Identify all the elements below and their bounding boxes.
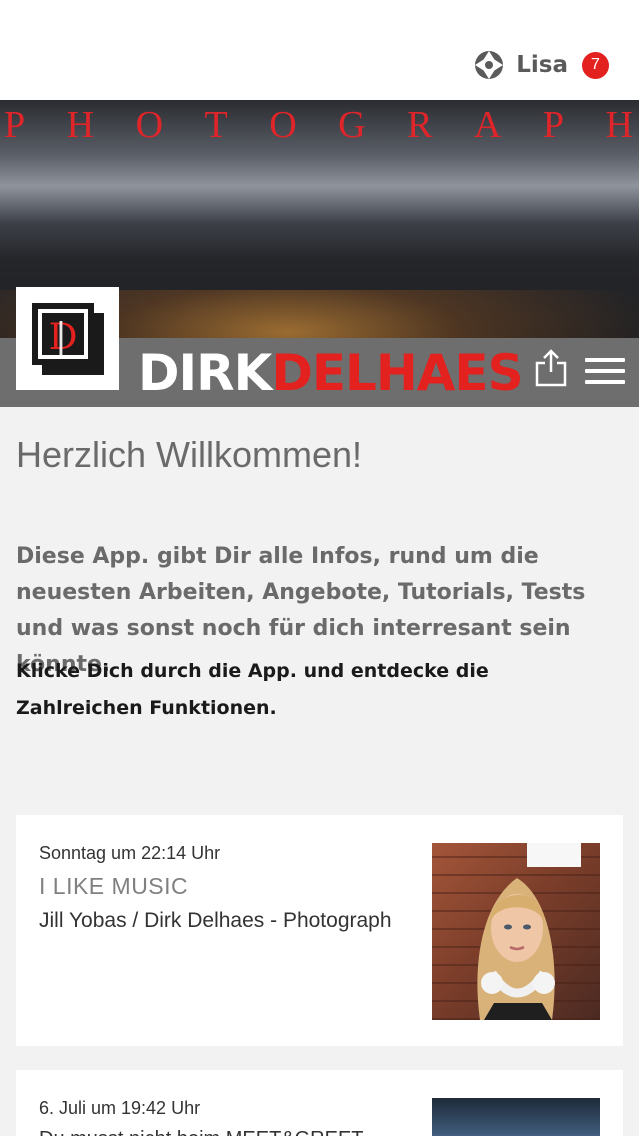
top-bar: Lisa 7 (0, 0, 639, 100)
header-banner: P H O T O G R A P H D | DIRKDELHAES (0, 100, 639, 407)
post-thumbnail (432, 1098, 600, 1136)
cta-text: Klicke Dich durch die App. und entdecke … (16, 660, 489, 719)
svg-text:|: | (54, 317, 66, 358)
feed-card[interactable]: Sonntag um 22:14 Uhr I LIKE MUSIC Jill Y… (16, 815, 623, 1046)
dd-logo-icon: D | (31, 302, 104, 375)
menu-line (585, 358, 625, 362)
post-thumbnail (432, 843, 600, 1020)
title-letter: R (407, 104, 435, 146)
post-title: Du musst nicht beim MEET&GREET ... (39, 1128, 385, 1136)
post-date: Sonntag um 22:14 Uhr (39, 843, 221, 863)
aperture-icon (475, 51, 504, 79)
title-letter: T (204, 104, 230, 146)
title-letter: H (66, 104, 97, 146)
title-letter: A (473, 104, 504, 146)
brand-name: DIRKDELHAES (138, 344, 524, 402)
hamburger-menu-icon[interactable] (585, 358, 625, 388)
user-profile[interactable]: Lisa 7 (474, 50, 609, 80)
title-letter: G (338, 104, 368, 146)
post-subtitle: Jill Yobas / Dirk Delhaes - Photograph (39, 909, 392, 932)
notification-badge[interactable]: 7 (582, 51, 609, 79)
title-letter: P (542, 104, 566, 146)
portrait-image (477, 843, 581, 1020)
post-date: 6. Juli um 19:42 Uhr (39, 1098, 201, 1118)
title-letter: P (4, 104, 28, 146)
title-letter: O (135, 104, 166, 146)
share-icon[interactable] (534, 348, 568, 388)
photograph-title: P H O T O G R A P H (0, 103, 639, 147)
title-letter: H (605, 104, 635, 146)
user-name: Lisa (516, 52, 568, 78)
brand-first-name: DIRK (138, 344, 272, 402)
menu-line (585, 380, 625, 384)
brand-logo: D | (16, 287, 119, 390)
feed-card[interactable]: 6. Juli um 19:42 Uhr Du musst nicht beim… (16, 1070, 623, 1136)
brand-last-name: DELHAES (271, 344, 523, 402)
menu-line (585, 369, 625, 373)
post-title: I LIKE MUSIC (39, 873, 189, 899)
title-letter: O (269, 104, 299, 146)
welcome-title: Herzlich Willkommen! (16, 434, 363, 475)
